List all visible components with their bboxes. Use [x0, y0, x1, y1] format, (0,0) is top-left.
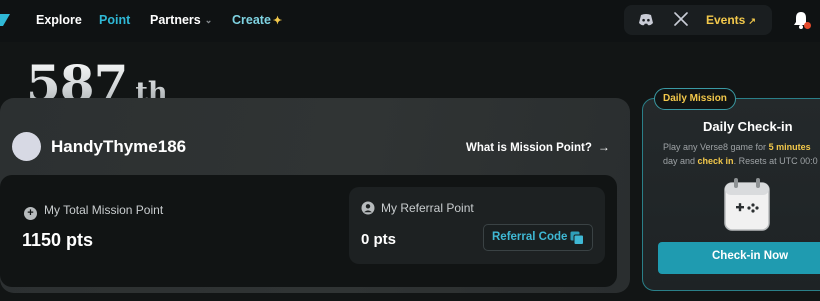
copy-icon — [570, 231, 584, 245]
user-circle-icon — [361, 201, 375, 215]
total-point-label-text: My Total Mission Point — [44, 203, 164, 217]
mission-title: Daily Check-in — [703, 119, 793, 134]
nav-partners-label: Partners — [150, 13, 201, 27]
total-point-value: 1150 pts — [22, 230, 94, 250]
daily-mission-badge: Daily Mission — [654, 88, 736, 110]
nav-create[interactable]: Create ✦ — [232, 13, 282, 27]
mission-point-card: HandyThyme186 What is Mission Point? → + M… — [0, 98, 630, 293]
mission-desc-line2-text: day and — [663, 156, 698, 166]
referral-point-label: My Referral Point — [361, 201, 474, 215]
top-nav: Explore Point Partners ⌄ Create ✦ Events ↗ — [0, 0, 820, 42]
referral-code-label: Referral Code — [492, 231, 568, 243]
check-in-label: Check-in Now — [712, 250, 789, 262]
chevron-down-icon: ⌄ — [204, 15, 213, 25]
plus-circle-icon: + — [24, 207, 37, 220]
referral-point-label-text: My Referral Point — [381, 201, 474, 215]
mission-desc-highlight-checkin: check in — [697, 156, 734, 166]
username: HandyThyme186 — [51, 137, 187, 156]
external-arrow-icon: ↗ — [748, 16, 756, 26]
calendar-gamepad-icon — [724, 178, 770, 231]
avatar — [12, 132, 41, 161]
check-in-button[interactable]: Check-in Now — [658, 242, 820, 274]
nav-explore[interactable]: Explore — [36, 13, 82, 27]
sparkle-icon: ✦ — [272, 15, 283, 27]
nav-partners[interactable]: Partners ⌄ — [150, 13, 212, 27]
events-label: Events — [706, 13, 746, 27]
points-panel: + My Total Mission Point 1150 pts My Refe… — [0, 175, 617, 287]
discord-icon[interactable] — [638, 13, 654, 27]
mission-desc-line2: day and check in. Resets at UTC 00:0 — [663, 154, 820, 168]
arrow-right-icon: → — [597, 140, 610, 154]
mission-description: Play any Verse8 game for 5 minutes day a… — [663, 140, 820, 168]
x-twitter-icon[interactable] — [674, 12, 688, 26]
what-is-label: What is Mission Point? — [466, 142, 592, 154]
nav-point[interactable]: Point — [99, 13, 130, 27]
social-links: Events ↗ — [624, 5, 772, 35]
notification-dot — [804, 22, 811, 29]
mission-desc-line1: Play any Verse8 game for 5 minutes — [663, 140, 820, 154]
logo-icon[interactable] — [0, 13, 10, 27]
nav-create-label: Create — [232, 13, 271, 27]
events-link[interactable]: Events ↗ — [706, 13, 756, 27]
referral-point-box: My Referral Point 0 pts Referral Code — [349, 187, 605, 264]
total-point-label: + My Total Mission Point — [24, 203, 163, 220]
mission-desc-line2-tail: . Resets at UTC 00:0 — [733, 156, 818, 166]
referral-code-button[interactable]: Referral Code — [483, 224, 593, 251]
what-is-mission-point-link[interactable]: What is Mission Point? → — [466, 140, 610, 154]
mission-desc-line1-text: Play any Verse8 game for — [663, 142, 769, 152]
referral-point-value: 0 pts — [361, 231, 397, 248]
mission-desc-highlight-minutes: 5 minutes — [768, 142, 811, 152]
daily-mission-card: Daily Check-in Play any Verse8 game for … — [642, 98, 820, 291]
